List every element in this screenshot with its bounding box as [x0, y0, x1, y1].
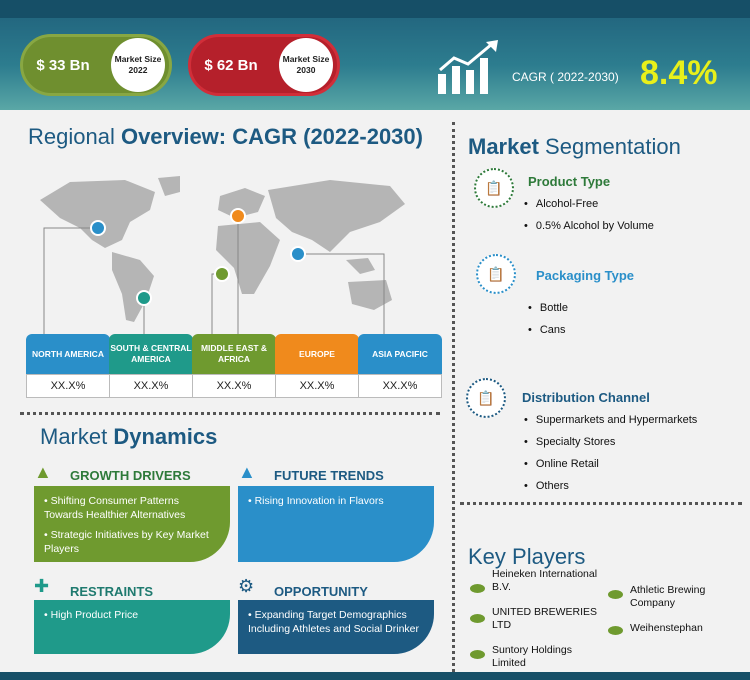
growth-driver-item: Strategic Initiatives by Key Market Play…	[44, 528, 220, 556]
key-player: Heineken International B.V.	[492, 568, 598, 593]
cagr-label: CAGR ( 2022-2030)	[512, 70, 619, 84]
key-players-title: Key Players	[468, 544, 586, 569]
key-player: UNITED BREWERIES LTD	[492, 606, 598, 631]
region-europe: EUROPE	[275, 334, 359, 374]
column-divider	[452, 122, 455, 672]
opportunity-card: Expanding Target Demographics Including …	[238, 600, 434, 654]
region-europe-value: XX.X%	[275, 374, 359, 398]
market-size-2022-pill: $ 33 Bn Market Size 2022	[20, 34, 172, 96]
product-type-item: 0.5% Alcohol by Volume	[524, 220, 654, 232]
region-south-central-america: SOUTH & CENTRAL AMERICA	[109, 334, 193, 374]
dynamics-title-part-b: Dynamics	[113, 424, 218, 449]
market-dynamics-title: Market Dynamics	[40, 424, 217, 450]
restraints-icon: ✚	[34, 576, 50, 596]
section-divider	[20, 412, 440, 415]
segmentation-divider	[460, 502, 742, 505]
market-size-2030-label: Market Size 2030	[279, 38, 333, 92]
distribution-channel-item: Others	[524, 480, 569, 492]
packaging-type-item: Cans	[528, 324, 566, 336]
world-map	[40, 176, 405, 336]
region-asia-pacific: ASIA PACIFIC	[358, 334, 442, 374]
growth-drivers-icon: ▲	[34, 462, 52, 482]
region-north-america: NORTH AMERICA	[26, 334, 110, 374]
region-middle-east-africa-value: XX.X%	[192, 374, 276, 398]
market-size-2022-value: $ 33 Bn	[36, 56, 90, 74]
future-trends-card: Rising Innovation in Flavors	[238, 486, 434, 562]
key-player: Weihenstephan	[630, 622, 703, 634]
segmentation-title-part-a: Market	[468, 134, 546, 159]
packaging-type-title: Packaging Type	[536, 268, 635, 283]
product-type-title: Product Type	[528, 174, 611, 189]
key-player: Suntory Holdings Limited	[492, 644, 572, 669]
future-trends-icon: ▲	[238, 462, 256, 482]
footer-bar	[0, 672, 750, 680]
region-north-america-value: XX.X%	[26, 374, 110, 398]
region-middle-east-africa: MIDDLE EAST & AFRICA	[192, 334, 276, 374]
market-segmentation-title: Market Segmentation	[468, 134, 681, 160]
key-player-bullet	[470, 614, 485, 623]
future-trends-title: FUTURE TRENDS	[274, 468, 384, 483]
region-south-central-america-value: XX.X%	[109, 374, 193, 398]
header-top-bar	[0, 0, 750, 18]
segmentation-title-part-b: Segmentation	[545, 134, 681, 159]
market-size-2022-label: Market Size 2022	[111, 38, 165, 92]
restraint-item: High Product Price	[44, 608, 220, 622]
opportunity-icon: ⚙	[238, 576, 255, 596]
distribution-channel-item: Specialty Stores	[524, 436, 615, 448]
regional-title-part-a: Regional	[28, 124, 121, 149]
future-trend-item: Rising Innovation in Flavors	[248, 494, 424, 508]
distribution-channel-icon: 📋	[466, 378, 506, 418]
dynamics-title-part-a: Market	[40, 424, 114, 449]
product-type-item: Alcohol-Free	[524, 198, 598, 210]
distribution-channel-item: Online Retail	[524, 458, 599, 470]
key-player-bullet	[608, 590, 623, 599]
market-size-2030-pill: $ 62 Bn Market Size 2030	[188, 34, 340, 96]
product-type-icon: 📋	[474, 168, 514, 208]
restraints-title: RESTRAINTS	[70, 584, 154, 599]
opportunity-item: Expanding Target Demographics Including …	[248, 608, 424, 636]
restraints-card: High Product Price	[34, 600, 230, 654]
growth-chart-icon	[438, 40, 498, 94]
growth-drivers-title: GROWTH DRIVERS	[70, 468, 191, 483]
cagr-value: 8.4%	[640, 54, 718, 92]
packaging-type-icon: 📋	[476, 254, 516, 294]
key-player-bullet	[608, 626, 623, 635]
region-asia-pacific-value: XX.X%	[358, 374, 442, 398]
distribution-channel-item: Supermarkets and Hypermarkets	[524, 414, 697, 426]
packaging-type-item: Bottle	[528, 302, 568, 314]
opportunity-title: OPPORTUNITY	[274, 584, 368, 599]
market-size-2030-value: $ 62 Bn	[204, 56, 258, 74]
distribution-channel-title: Distribution Channel	[522, 390, 650, 405]
regional-overview-title: Regional Overview: CAGR (2022-2030)	[28, 124, 423, 150]
regional-title-part-b: Overview: CAGR (2022-2030)	[120, 124, 423, 149]
key-player-bullet	[470, 584, 485, 593]
growth-driver-item: Shifting Consumer Patterns Towards Healt…	[44, 494, 220, 522]
key-player-bullet	[470, 650, 485, 659]
key-player: Athletic Brewing Company	[630, 584, 706, 609]
growth-drivers-card: Shifting Consumer Patterns Towards Healt…	[34, 486, 230, 562]
